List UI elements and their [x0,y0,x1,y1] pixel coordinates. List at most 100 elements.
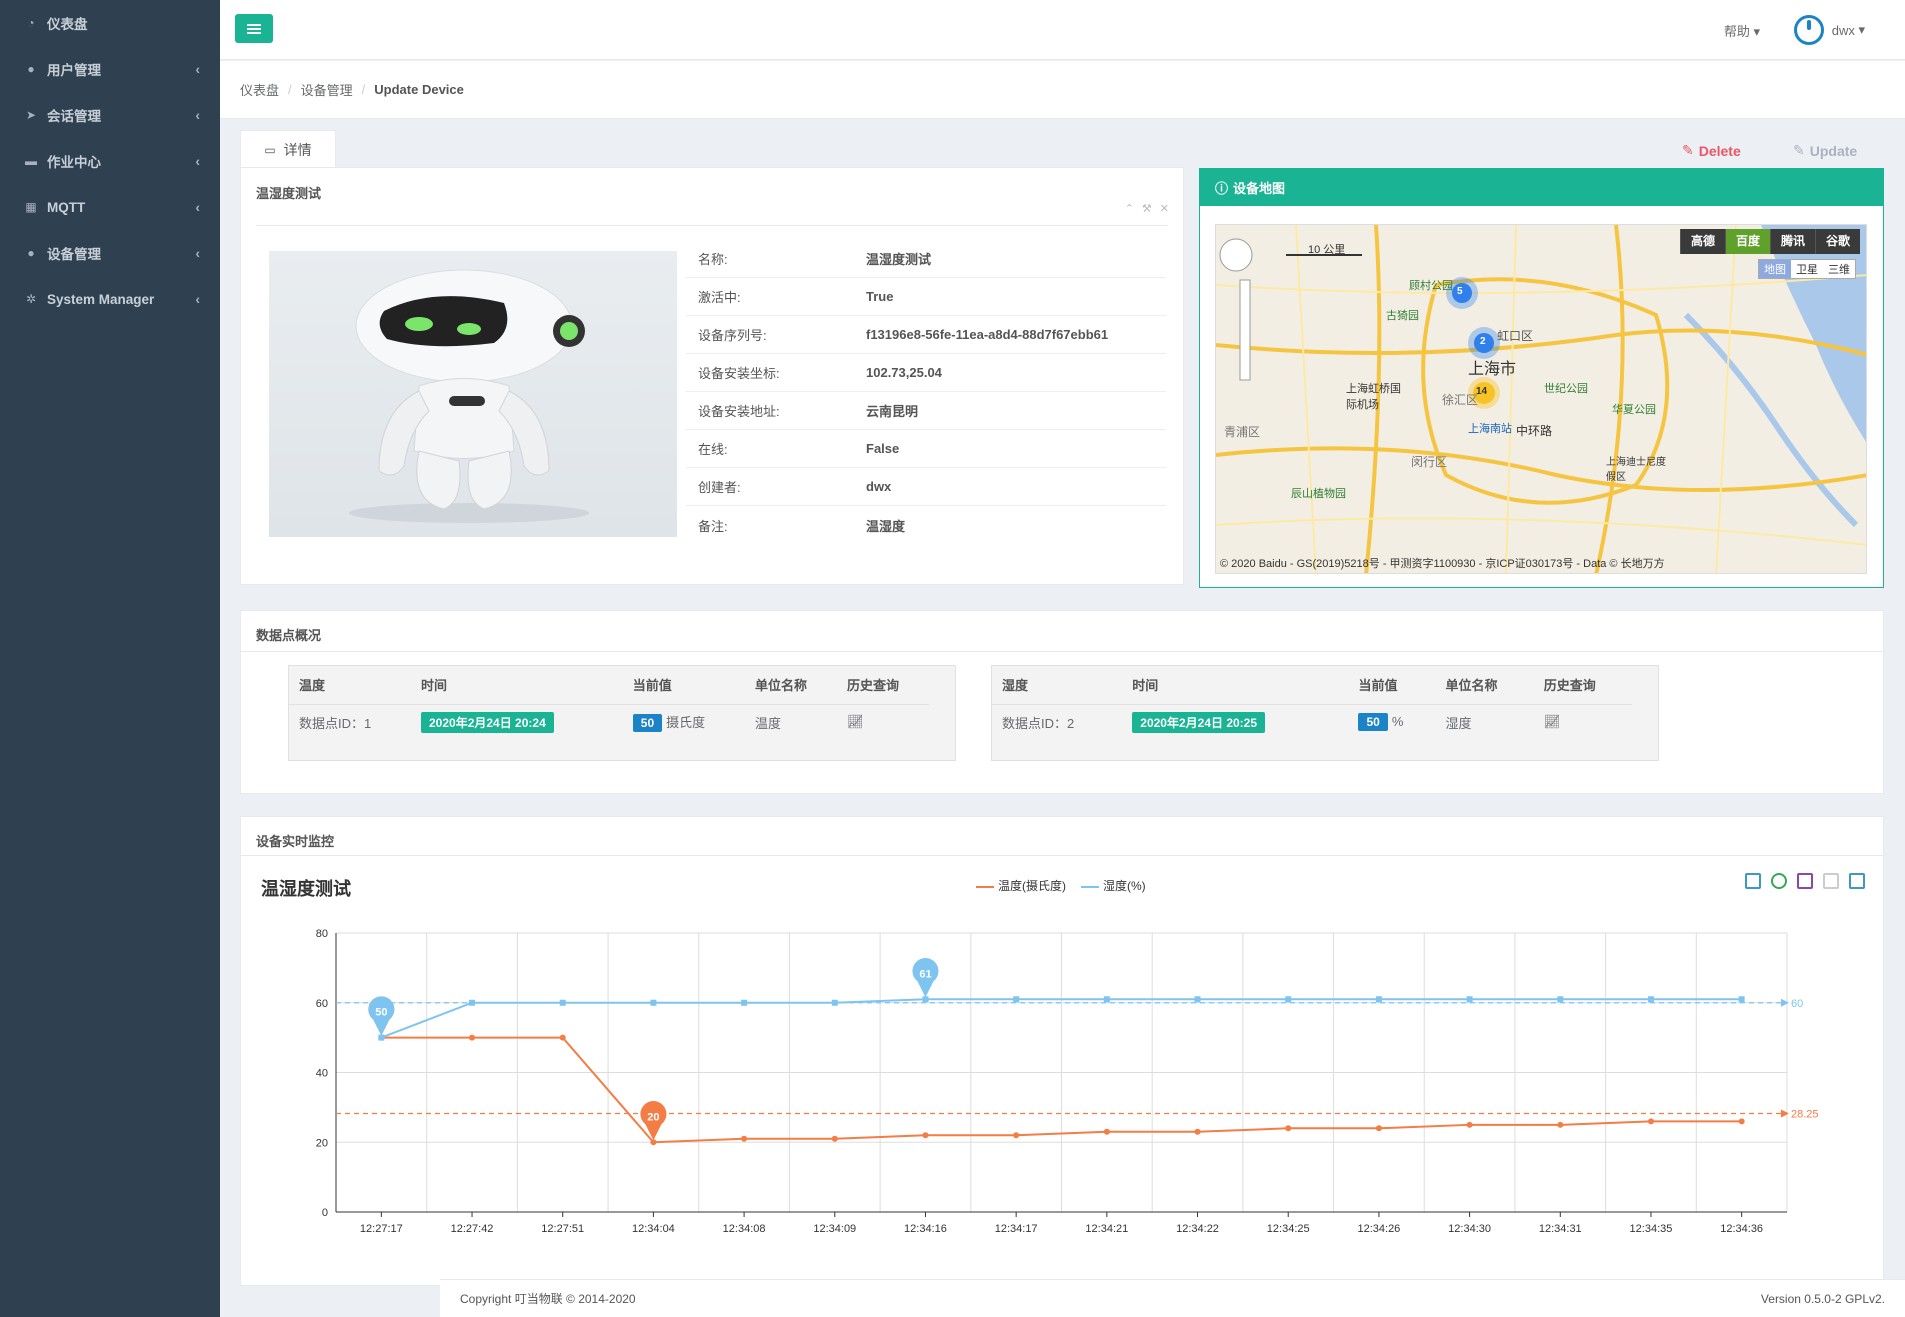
property-key: 设备序列号: [698,328,767,343]
x-tick-label: 12:34:16 [904,1223,947,1235]
datapoint-unit: 摄氏度 [666,715,706,731]
property-value: 温湿度 [866,518,906,534]
collapse-icon[interactable]: ⌃ [1125,202,1134,215]
close-icon[interactable]: ✕ [1160,202,1169,215]
sidebar: ◔ 仪表盘 ● 用户管理 ‹ ➤ 会话管理 ‹ ▬ 作业中心 ‹ ▦ MQTT ‹ ● 设备管理 ‹ … [0,0,220,1317]
caret-down-icon: ▾ [1753,24,1760,39]
map-place-label: 青浦区 [1224,425,1261,439]
sidebar-item-label: 会话管理 [47,109,101,124]
user-menu[interactable]: dwx ▾ [1793,15,1865,45]
datapoint-id: 数据点ID：2 [992,703,1123,740]
wrench-icon[interactable]: ⚒ [1142,202,1152,215]
breadcrumb-current: Update Device [374,82,464,97]
chevron-left-icon: ‹ [195,61,200,77]
property-row: 设备序列号: f13196e8-56fe-11ea-a8d4-88d7f67ebb… [686,316,1166,354]
sidebar-item-label: 设备管理 [47,247,101,262]
sidebar-item-label: MQTT [47,199,86,215]
sidebar-item-label: 仪表盘 [47,17,88,32]
column-header: 单位名称 [754,678,807,694]
map-type-satellite[interactable]: 卫星 [1791,260,1823,278]
x-tick-label: 12:34:08 [723,1223,766,1235]
property-key: 设备安装坐标: [698,366,780,381]
sidebar-item-dashboard[interactable]: ◔ 仪表盘 [0,0,220,46]
username: dwx [1831,22,1855,38]
divider [241,855,1883,856]
data-point [831,999,838,1006]
x-tick-label: 12:27:17 [360,1223,403,1235]
column-header: 当前值 [632,678,672,694]
menu-toggle-button[interactable] [235,14,273,43]
property-row: 设备安装坐标: 102.73,25.04 [686,354,1166,392]
mean-arrow [1781,998,1789,1007]
tab-details[interactable]: ▭ 详情 [240,130,336,168]
data-point [469,999,476,1006]
help-menu[interactable]: 帮助 ▾ [1724,21,1760,40]
realtime-monitor-card: 设备实时监控 温湿度测试 温度(摄氏度) 湿度(%) 0 20 40 60 80 12:2… [240,816,1884,1286]
data-point [741,1135,748,1142]
map-title: 设备地图 [1233,181,1286,196]
data-point [922,1132,929,1139]
property-key: 备注: [698,518,728,534]
sidebar-item-jobs[interactable]: ▬ 作业中心 ‹ [0,138,220,184]
line-chart-icon[interactable]: 📈︎ [847,714,864,729]
map-provider-baidu[interactable]: 百度 [1724,229,1770,254]
x-tick-label: 12:34:36 [1720,1223,1763,1235]
map-place-label: 中环路 [1516,424,1553,438]
help-label: 帮助 [1723,24,1750,39]
sidebar-item-mqtt[interactable]: ▦ MQTT ‹ [0,184,220,230]
dashboard-icon: ◔ [27,16,35,30]
data-point [1194,1128,1201,1135]
edit-icon: ✎ [1682,142,1694,158]
marker-pin-label: 20 [647,1111,659,1123]
delete-button[interactable]: ✎ Delete [1682,142,1741,159]
breadcrumb-home[interactable]: 仪表盘 [240,80,279,99]
map-provider-google[interactable]: 谷歌 [1814,229,1860,254]
breadcrumb-section[interactable]: 设备管理 [301,80,353,99]
map-cluster-marker[interactable]: 2 [1480,336,1486,347]
chevron-left-icon: ‹ [195,107,200,123]
device-info-card: 温湿度测试 ⌃ ⚒ ✕ 名称: 温湿度测试 激活中: True 设备序列号: f13196… [240,167,1184,585]
data-point [469,1034,476,1041]
map-city-label: 上海市 [1468,361,1517,378]
x-tick-label: 12:34:35 [1630,1223,1673,1235]
map-type-3d[interactable]: 三维 [1823,260,1855,278]
datapoint-value-badge: 50 [632,714,663,733]
apple-icon: ● [27,246,35,260]
column-header: 时间 [421,678,448,694]
sidebar-item-users[interactable]: ● 用户管理 ‹ [0,46,220,92]
map-place-label: 世纪公园 [1544,383,1588,395]
datapoint-time-badge: 2020年2月24日 20:24 [421,711,554,733]
property-value: True [866,289,894,304]
x-tick-label: 12:27:51 [541,1223,584,1235]
line-chart[interactable]: 0 20 40 60 80 12:27:17 12:27:42 12:27:51 12:34:0… [241,857,1885,1287]
datapoint-name: 湿度 [1002,678,1029,694]
laptop-icon: ▭ [264,142,276,157]
data-point [1013,1132,1020,1139]
map-place-label: 虹口区 [1497,329,1534,343]
data-point [1285,1125,1292,1132]
sidebar-item-system-manager[interactable]: ✲ System Manager ‹ [0,276,220,322]
x-tick-label: 12:34:22 [1176,1223,1219,1235]
map-type-map[interactable]: 地图 [1759,260,1791,278]
y-tick-label: 20 [316,1137,328,1149]
map-place-label: 闵行区 [1411,455,1448,469]
monitor-title: 设备实时监控 [256,834,335,849]
map-cluster-marker[interactable]: 5 [1457,286,1463,297]
datapoint-unit: % [1391,714,1404,730]
coffee-icon: ▬ [25,154,37,168]
rocket-icon: ➤ [25,108,37,122]
caret-down-icon: ▾ [1858,22,1865,37]
map-provider-tencent[interactable]: 腾讯 [1769,229,1815,254]
sidebar-item-devices[interactable]: ● 设备管理 ‹ [0,230,220,276]
data-point [1557,996,1564,1003]
top-navbar: 帮助 ▾ dwx ▾ [220,0,1905,60]
data-point [1375,996,1382,1003]
map-provider-gaode[interactable]: 高德 [1679,229,1725,254]
update-button[interactable]: ✎ Update [1793,142,1857,159]
data-point [1738,996,1745,1003]
sidebar-item-sessions[interactable]: ➤ 会话管理 ‹ [0,92,220,138]
mean-label: 28.25 [1791,1108,1819,1120]
marker-pin-label: 50 [375,1007,387,1019]
map-canvas[interactable]: 10 公里 5 2 14 上海市 虹口区 上海虹桥国际机场 顾村公园 古猗园 世… [1215,224,1867,574]
line-chart-icon[interactable]: 📈︎ [1544,714,1561,729]
